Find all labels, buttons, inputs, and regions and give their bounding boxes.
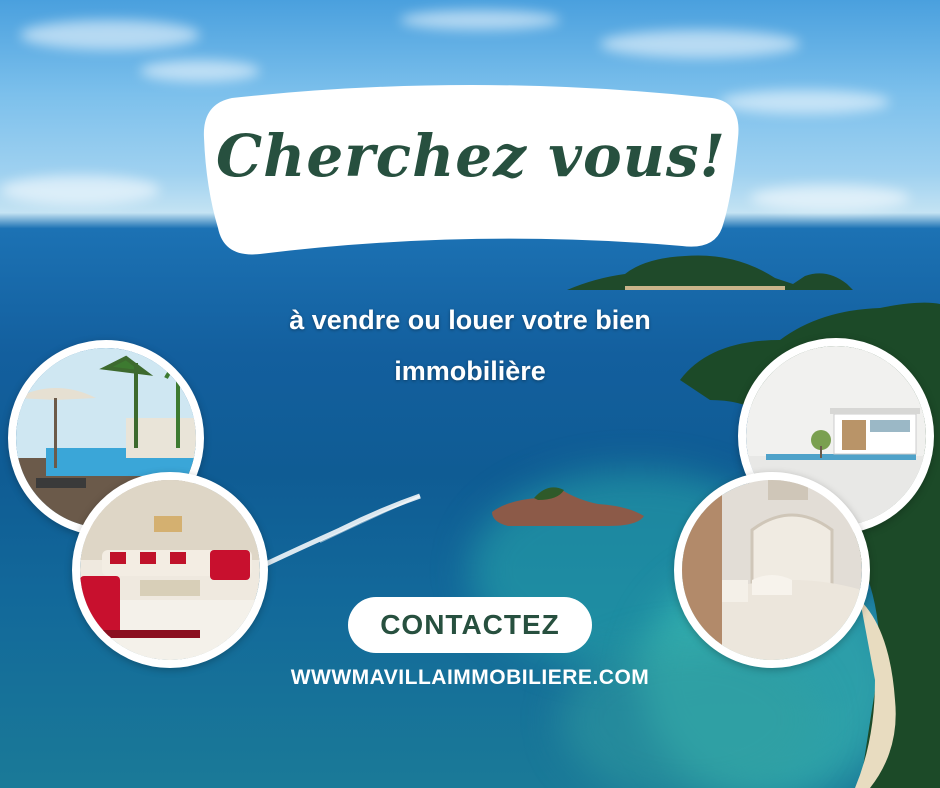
promo-poster: Cherchez vous! à vendre ou louer votre b… xyxy=(0,0,940,788)
photo-bedroom xyxy=(674,472,870,668)
contact-button[interactable]: CONTACTEZ xyxy=(348,597,592,653)
rock-island xyxy=(492,487,644,526)
headline: Cherchez vous! xyxy=(216,122,726,190)
boat-wake xyxy=(264,493,421,567)
photo-living-room xyxy=(72,472,268,668)
subtitle-line-1: à vendre ou louer votre bien xyxy=(289,305,651,335)
website-link[interactable]: WWWMAVILLAIMMOBILIERE.COM xyxy=(230,666,710,690)
subtitle-line-2: immobilière xyxy=(394,356,546,386)
